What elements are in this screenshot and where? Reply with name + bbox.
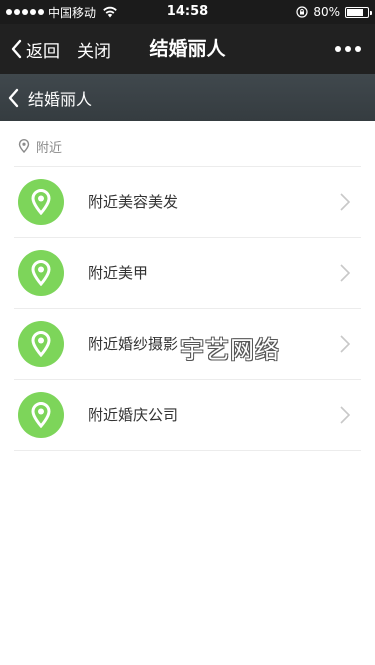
chevron-right-icon (340, 264, 351, 282)
status-bar: 中国移动 14:58 80% (0, 0, 375, 24)
more-options-button[interactable] (335, 24, 361, 74)
location-pin-icon (18, 139, 30, 153)
battery-level (347, 8, 363, 16)
battery-icon (345, 6, 372, 18)
list-item-label: 附近美甲 (88, 264, 149, 282)
watermark: 宇艺网络 (180, 336, 280, 364)
list-item-label: 附近婚纱摄影 (88, 335, 179, 353)
location-badge-icon (18, 392, 64, 438)
battery-percent: 80% (313, 5, 340, 19)
back-label: 返回 (26, 41, 60, 62)
section-label-text: 附近 (36, 140, 63, 156)
nav-bar: 返回 关闭 结婚丽人 (0, 24, 375, 74)
close-button[interactable]: 关闭 (77, 24, 111, 74)
list-item-label: 附近美容美发 (88, 193, 179, 211)
sub-header: 结婚丽人 (0, 74, 375, 121)
section-label: 附近 (18, 136, 62, 156)
chevron-right-icon (340, 193, 351, 211)
chevron-right-icon (340, 335, 351, 353)
sub-header-back-button[interactable]: 结婚丽人 (6, 74, 92, 121)
close-label: 关闭 (77, 41, 111, 62)
nearby-list: 附近美容美发 附近美甲 附近婚纱摄影 附近婚庆公司 (0, 167, 375, 451)
location-badge-icon (18, 321, 64, 367)
location-badge-icon (18, 179, 64, 225)
status-right: 80% (296, 0, 372, 24)
list-item[interactable]: 附近婚庆公司 (14, 380, 361, 451)
list-item-label: 附近婚庆公司 (88, 406, 179, 424)
location-badge-icon (18, 250, 64, 296)
back-button[interactable]: 返回 (10, 24, 60, 74)
sub-header-title: 结婚丽人 (28, 89, 93, 109)
list-item[interactable]: 附近美容美发 (14, 167, 361, 238)
app-frame: 中国移动 14:58 80% 返回 关闭 结婚丽人 结婚丽人 附近 附近美容美发… (0, 0, 375, 665)
chevron-right-icon (340, 406, 351, 424)
chevron-left-icon (11, 39, 22, 59)
list-item[interactable]: 附近美甲 (14, 238, 361, 309)
chevron-left-icon (8, 88, 19, 107)
more-dots-icon (335, 46, 341, 52)
rotation-lock-icon (296, 6, 308, 18)
